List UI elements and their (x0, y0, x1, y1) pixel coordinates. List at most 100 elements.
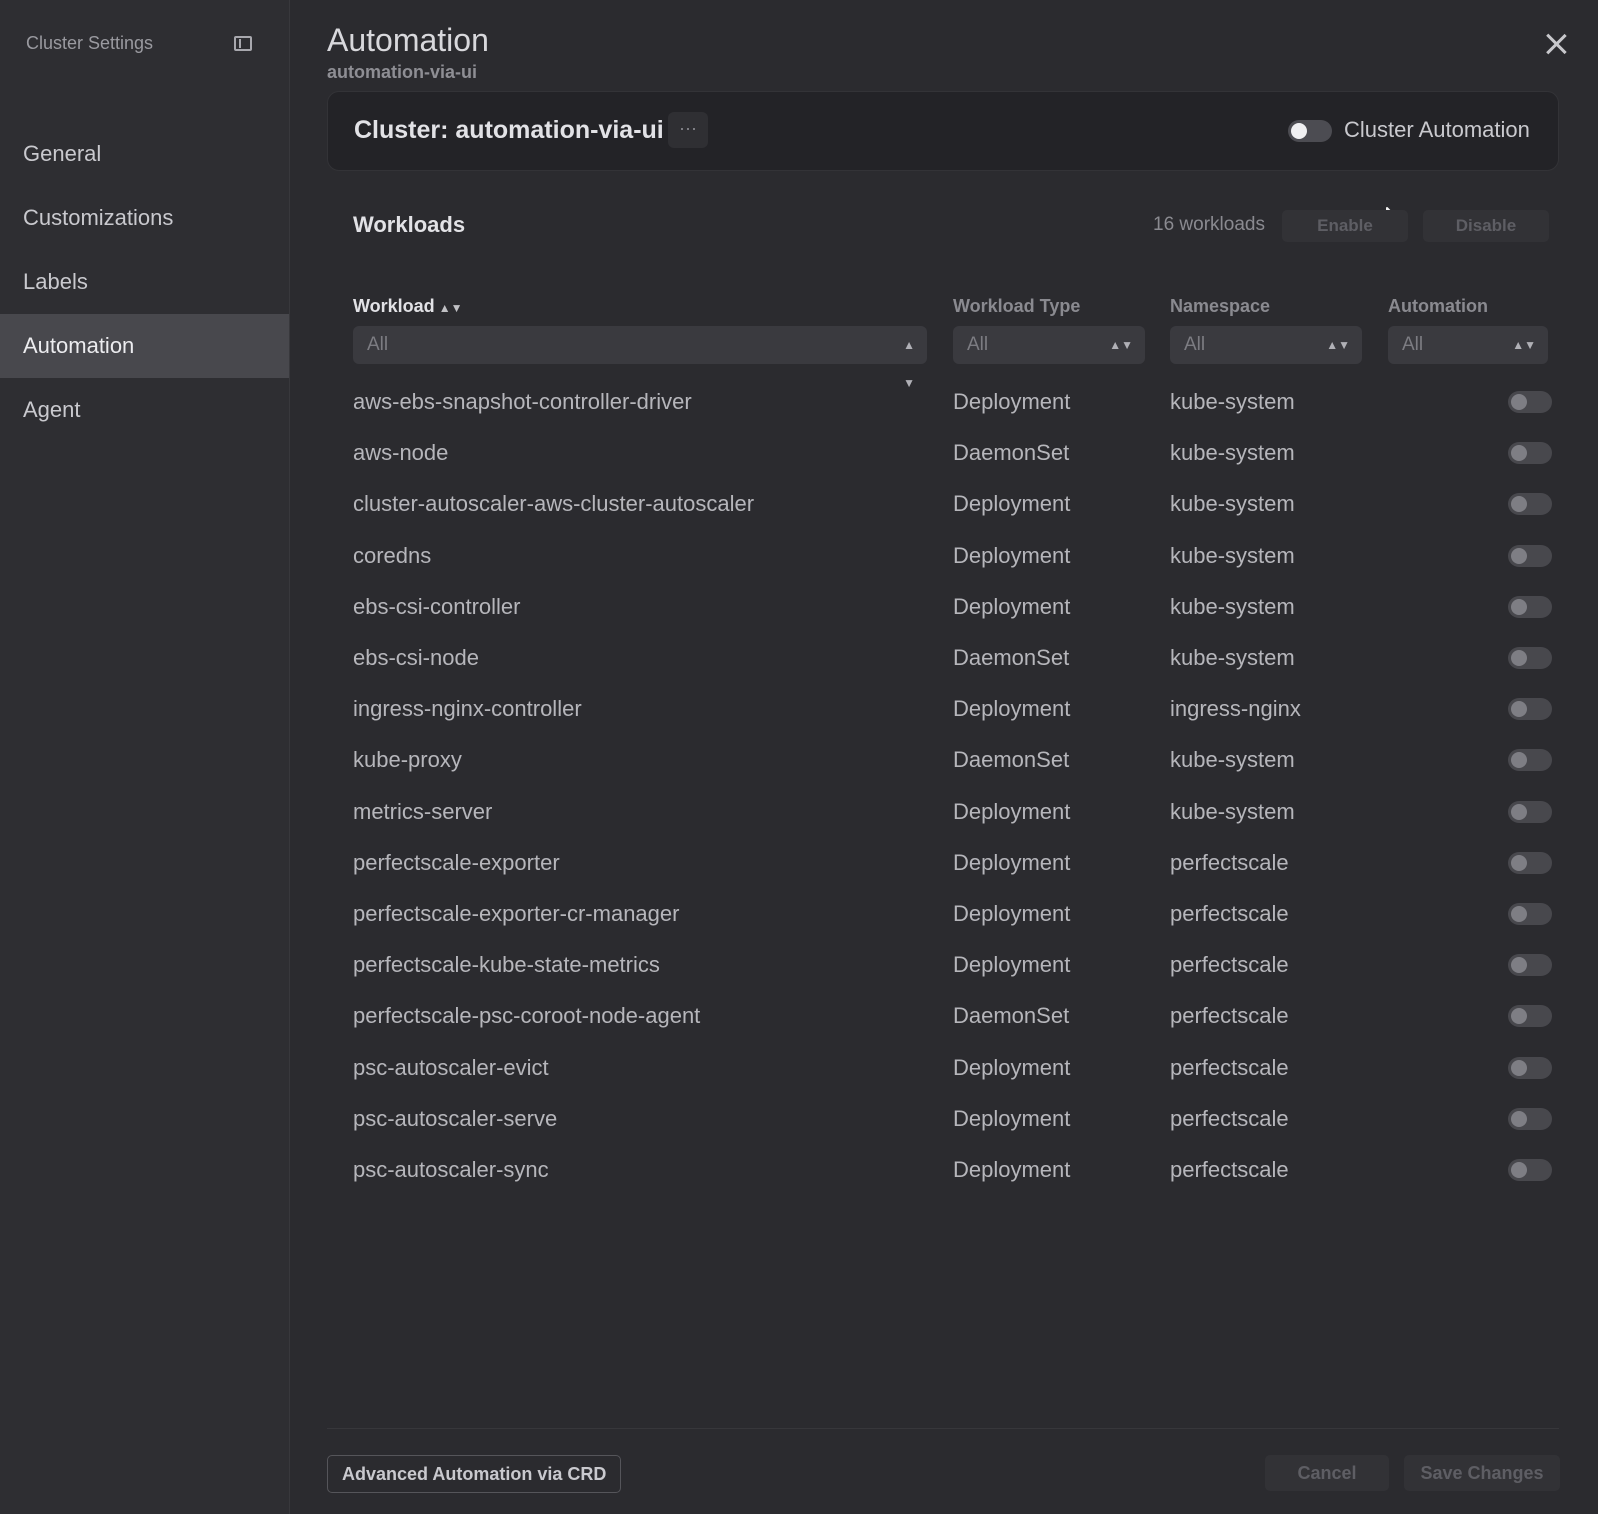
workload-namespace: kube-system (1170, 542, 1295, 568)
namespace-filter-select[interactable]: All ▲▼ (1170, 326, 1362, 364)
page-subtitle: automation-via-ui (327, 62, 478, 82)
sidebar-item-agent[interactable]: Agent (0, 378, 289, 442)
type-filter-value: All (967, 334, 989, 355)
sidebar-item-customizations[interactable]: Customizations (0, 186, 289, 250)
workload-namespace: kube-system (1170, 389, 1295, 414)
table-row: metrics-server Deployment kube-system (353, 792, 1552, 843)
workload-automation-toggle[interactable] (1508, 1056, 1552, 1079)
workload-type: Deployment (953, 952, 1071, 978)
column-header-workload-type: Workload Type (953, 296, 1081, 316)
workload-namespace: ingress-nginx (1170, 696, 1301, 722)
workloads-count: 16 workloads (1153, 214, 1265, 235)
workload-name: ingress-nginx-controller (353, 696, 582, 722)
toggle-knob (1511, 906, 1527, 922)
workloads-title: Workloads (353, 212, 466, 237)
workload-automation-toggle[interactable] (1508, 954, 1552, 977)
enable-button[interactable]: Enable (1282, 210, 1408, 242)
sidebar-collapse-icon[interactable] (234, 36, 252, 51)
toggle-knob (1511, 957, 1527, 974)
column-header-automation: Automation (1388, 296, 1488, 316)
workload-namespace: kube-system (1170, 440, 1295, 466)
workload-namespace: perfectscale (1170, 952, 1289, 978)
table-row: perfectscale-exporter-cr-manager Deployme… (353, 894, 1552, 945)
workload-automation-toggle[interactable] (1508, 851, 1552, 874)
workload-automation-toggle[interactable] (1508, 544, 1552, 567)
toggle-knob (1511, 1162, 1527, 1178)
table-row: perfectscale-exporter Deployment perfectsc… (353, 843, 1552, 894)
workload-type: Deployment (953, 798, 1071, 824)
workload-automation-toggle[interactable] (1508, 1159, 1552, 1181)
workload-type: Deployment (953, 593, 1071, 619)
workload-automation-toggle[interactable] (1508, 391, 1552, 413)
toggle-knob (1511, 394, 1527, 410)
workload-name: cluster-autoscaler-aws-cluster-autoscale… (353, 491, 755, 517)
workload-name: perfectscale-psc-coroot-node-agent (353, 1003, 701, 1029)
workload-name: perfectscale-exporter (353, 849, 560, 875)
workload-name: aws-ebs-snapshot-controller-driver (353, 389, 692, 414)
toggle-knob (1511, 598, 1527, 615)
workload-automation-toggle[interactable] (1508, 442, 1552, 465)
sidebar-item-labels[interactable]: Labels (0, 250, 289, 314)
workload-type: Deployment (953, 491, 1071, 517)
disable-button[interactable]: Disable (1423, 210, 1549, 242)
advanced-automation-crd-button[interactable]: Advanced Automation via CRD (327, 1455, 622, 1493)
select-arrows-icon: ▲▼ (1109, 338, 1133, 352)
workload-automation-toggle[interactable] (1508, 903, 1552, 925)
workload-automation-toggle[interactable] (1508, 749, 1552, 772)
workload-namespace: perfectscale (1170, 1054, 1289, 1080)
workload-automation-toggle[interactable] (1508, 698, 1552, 721)
cluster-automation-toggle[interactable] (1288, 120, 1332, 142)
toggle-knob (1511, 701, 1527, 718)
workload-type: Deployment (953, 696, 1071, 722)
workload-automation-toggle[interactable] (1508, 800, 1552, 823)
toggle-knob (1511, 445, 1527, 462)
table-row: aws-ebs-snapshot-controller-driver Deploy… (353, 382, 1552, 433)
more-options-button[interactable]: ··· (668, 112, 708, 148)
table-row: coredns Deployment kube-system (353, 536, 1552, 587)
workload-name: ebs-csi-controller (353, 593, 521, 619)
workload-automation-toggle[interactable] (1508, 1107, 1552, 1130)
toggle-knob (1511, 1059, 1527, 1076)
workload-automation-toggle[interactable] (1508, 1005, 1552, 1028)
select-arrows-icon: ▲▼ (1512, 338, 1536, 352)
workload-type: Deployment (953, 1105, 1071, 1131)
table-row: kube-proxy DaemonSet kube-system (353, 740, 1552, 791)
workload-type: DaemonSet (953, 645, 1070, 670)
workload-namespace: kube-system (1170, 645, 1295, 670)
type-filter-select[interactable]: All ▲▼ (953, 326, 1145, 364)
workload-namespace: kube-system (1170, 798, 1295, 824)
select-arrows-icon: ▲▼ (1326, 338, 1350, 352)
workload-namespace: kube-system (1170, 491, 1295, 517)
sidebar: Cluster Settings General Customizations … (0, 0, 290, 1514)
close-icon[interactable] (1542, 30, 1570, 58)
toggle-knob (1511, 803, 1527, 820)
toggle-knob (1511, 854, 1527, 871)
workload-type: DaemonSet (953, 747, 1070, 773)
table-row: cluster-autoscaler-aws-cluster-autoscale… (353, 484, 1552, 535)
table-row: ebs-csi-controller Deployment kube-system (353, 587, 1552, 638)
cluster-card: Cluster: automation-via-ui ··· Cluster A… (327, 91, 1559, 171)
workload-type: Deployment (953, 1157, 1071, 1182)
automation-filter-select[interactable]: All ▲▼ (1388, 326, 1548, 364)
toggle-knob (1291, 123, 1307, 139)
automation-filter-value: All (1402, 334, 1424, 355)
sort-icon[interactable]: ▲▼ (439, 301, 463, 315)
footer-divider (327, 1428, 1559, 1429)
sidebar-item-automation[interactable]: Automation (0, 314, 289, 378)
table-row: ingress-nginx-controller Deployment ingres… (353, 689, 1552, 740)
workload-automation-toggle[interactable] (1508, 647, 1552, 669)
table-row: psc-autoscaler-serve Deployment perfectsca… (353, 1099, 1552, 1150)
workload-namespace: perfectscale (1170, 849, 1289, 875)
cancel-button[interactable]: Cancel (1265, 1455, 1389, 1491)
column-header-workload[interactable]: Workload ▲▼ (353, 296, 462, 317)
workload-automation-toggle[interactable] (1508, 493, 1552, 516)
main-panel: Automation automation-via-ui Cluster: au… (290, 0, 1598, 1514)
save-changes-button[interactable]: Save Changes (1404, 1455, 1560, 1491)
workload-filter-select[interactable]: All ▲ ▼ (353, 326, 927, 390)
workload-type: Deployment (953, 901, 1071, 926)
workload-automation-toggle[interactable] (1508, 595, 1552, 618)
workload-name: ebs-csi-node (353, 645, 479, 670)
workload-type: DaemonSet (953, 1003, 1070, 1029)
sidebar-item-general[interactable]: General (0, 122, 289, 186)
toggle-knob (1511, 650, 1527, 666)
